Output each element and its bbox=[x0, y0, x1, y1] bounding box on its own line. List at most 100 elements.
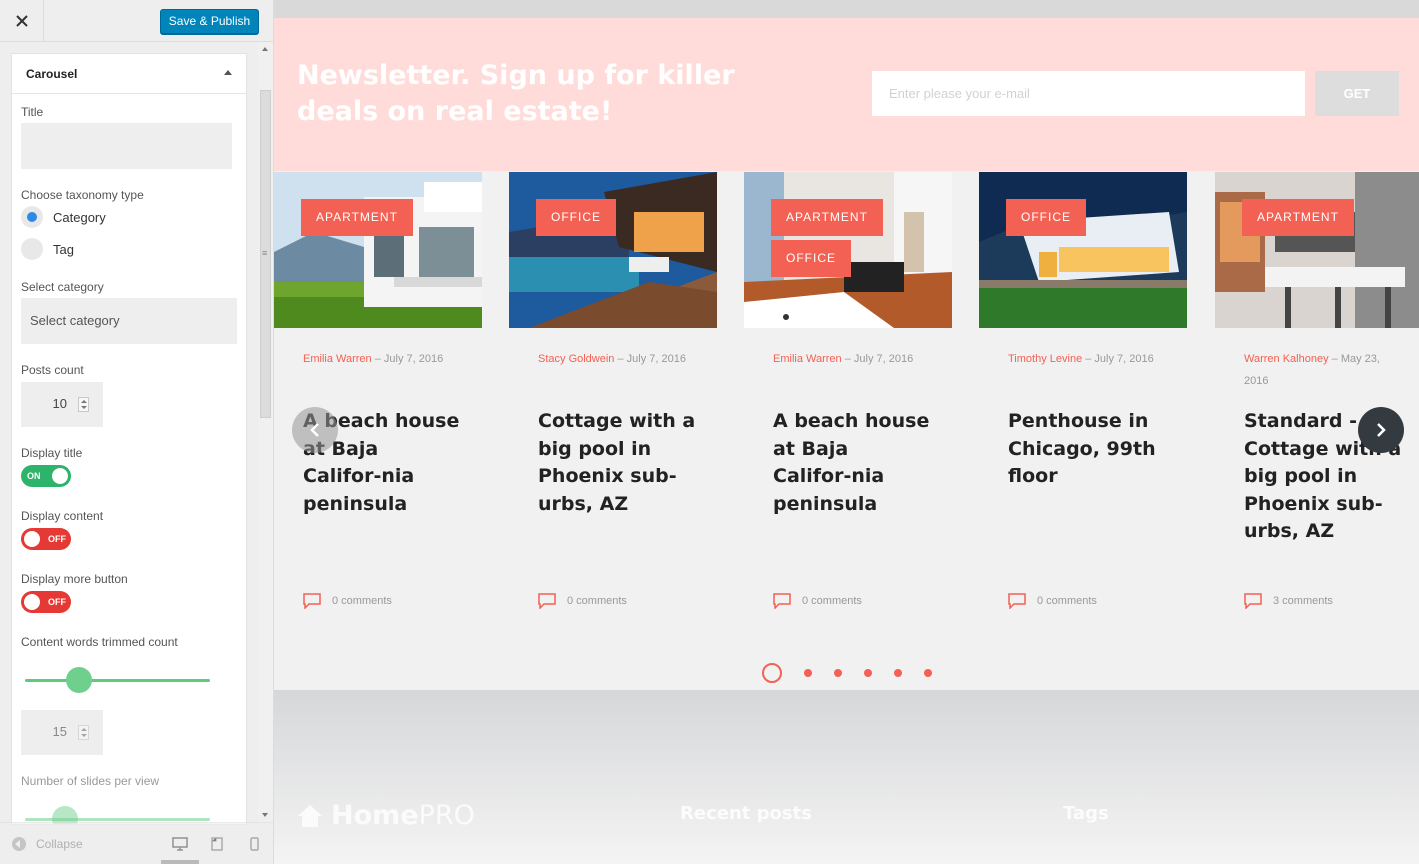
category-tag[interactable]: APARTMENT bbox=[301, 199, 413, 236]
category-tag[interactable]: OFFICE bbox=[1006, 199, 1086, 236]
property-image[interactable] bbox=[509, 172, 717, 328]
device-active-indicator bbox=[161, 860, 199, 864]
slider-handle[interactable] bbox=[65, 667, 92, 693]
post-meta: Emilia Warren – July 7, 2016 bbox=[303, 353, 444, 365]
display-content-toggle[interactable]: OFF bbox=[21, 528, 71, 550]
mobile-icon[interactable] bbox=[250, 837, 259, 851]
display-title-label: Display title bbox=[21, 446, 83, 460]
post-title[interactable]: A beach house at Baja Califor-nia penins… bbox=[773, 408, 933, 518]
pagination-dot[interactable] bbox=[762, 663, 782, 683]
spinner-icon[interactable] bbox=[78, 397, 89, 412]
radio-label: Tag bbox=[53, 241, 74, 257]
post-meta: Timothy Levine – July 7, 2016 bbox=[1008, 353, 1154, 365]
post-date: July 7, 2016 bbox=[1094, 353, 1154, 365]
pagination-dot[interactable] bbox=[834, 669, 842, 677]
comment-icon bbox=[303, 593, 321, 609]
newsletter-get-button[interactable]: GET bbox=[1315, 71, 1399, 116]
post-meta: Emilia Warren – July 7, 2016 bbox=[773, 353, 914, 365]
newsletter-email-input[interactable] bbox=[872, 71, 1305, 116]
pagination-dot[interactable] bbox=[804, 669, 812, 677]
property-image[interactable] bbox=[1215, 172, 1419, 328]
property-image[interactable] bbox=[274, 172, 482, 328]
carousel-prev-button[interactable] bbox=[292, 407, 338, 453]
posts-count-stepper[interactable]: 10 bbox=[21, 382, 103, 427]
close-button[interactable] bbox=[0, 0, 44, 42]
post-comments[interactable]: 0 comments bbox=[1008, 593, 1097, 609]
posts-count-value: 10 bbox=[52, 396, 67, 411]
display-title-toggle[interactable]: ON bbox=[21, 465, 71, 487]
spinner-icon[interactable] bbox=[78, 725, 89, 740]
toggle-knob bbox=[52, 468, 68, 484]
radio-tag[interactable]: Tag bbox=[21, 237, 74, 261]
post-meta: Stacy Goldwein – July 7, 2016 bbox=[538, 353, 686, 365]
carousel-next-button[interactable] bbox=[1358, 407, 1404, 453]
post-comments[interactable]: 0 comments bbox=[303, 593, 392, 609]
house-icon bbox=[298, 804, 322, 827]
chevron-left-icon bbox=[310, 423, 319, 437]
tablet-icon[interactable] bbox=[211, 837, 223, 851]
posts-count-label: Posts count bbox=[21, 363, 84, 377]
property-image[interactable] bbox=[979, 172, 1187, 328]
sidebar-footer: Collapse bbox=[0, 822, 273, 864]
comment-icon bbox=[1008, 593, 1026, 609]
post-title[interactable]: Penthouse in Chicago, 99th floor bbox=[1008, 408, 1168, 491]
top-strip bbox=[274, 0, 1419, 18]
newsletter-heading: Newsletter. Sign up for killer deals on … bbox=[297, 60, 735, 127]
post-author[interactable]: Stacy Goldwein bbox=[538, 353, 614, 365]
toggle-knob bbox=[24, 594, 40, 610]
pagination-dot[interactable] bbox=[864, 669, 872, 677]
post-date: July 7, 2016 bbox=[853, 353, 914, 365]
post-comments[interactable]: 0 comments bbox=[773, 593, 862, 609]
post-comments[interactable]: 3 comments bbox=[1244, 593, 1333, 609]
category-tag[interactable]: OFFICE bbox=[771, 240, 851, 277]
title-label: Title bbox=[21, 105, 44, 119]
post-author[interactable]: Emilia Warren bbox=[773, 353, 842, 365]
post-author[interactable]: Emilia Warren bbox=[303, 353, 372, 365]
site-logo[interactable]: Home PRO bbox=[297, 800, 475, 831]
sidebar-scrollbar[interactable] bbox=[258, 42, 273, 822]
post-date: July 7, 2016 bbox=[383, 353, 444, 365]
category-tag[interactable]: APARTMENT bbox=[1242, 199, 1354, 236]
post-author[interactable]: Timothy Levine bbox=[1008, 353, 1082, 365]
post-comments[interactable]: 0 comments bbox=[538, 593, 627, 609]
category-select[interactable]: Select category bbox=[21, 298, 237, 344]
post-title[interactable]: Cottage with a big pool in Phoenix sub-u… bbox=[538, 408, 698, 518]
radio-category[interactable]: Category bbox=[21, 205, 106, 229]
desktop-icon[interactable] bbox=[172, 837, 188, 851]
trimmed-count-stepper[interactable]: 15 bbox=[21, 710, 103, 755]
comment-icon bbox=[1244, 593, 1262, 609]
category-tag[interactable]: OFFICE bbox=[536, 199, 616, 236]
section-header[interactable]: Carousel bbox=[12, 54, 246, 94]
resize-grip-icon[interactable]: ≡ bbox=[262, 248, 267, 258]
display-more-label: Display more button bbox=[21, 572, 128, 586]
scroll-up-icon[interactable] bbox=[262, 47, 268, 51]
slides-per-view-label: Number of slides per view bbox=[21, 774, 160, 788]
radio-button[interactable] bbox=[21, 238, 43, 260]
newsletter-section: Newsletter. Sign up for killer deals on … bbox=[274, 18, 1419, 171]
comments-count: 0 comments bbox=[567, 595, 627, 607]
carousel-pagination bbox=[762, 663, 954, 683]
customizer-sidebar: Save & Publish Carousel Title Choose tax… bbox=[0, 0, 274, 864]
post-author[interactable]: Warren Kalhoney bbox=[1244, 353, 1329, 365]
collapse-button[interactable]: Collapse bbox=[12, 837, 83, 851]
caret-up-icon bbox=[224, 70, 232, 75]
scroll-down-icon[interactable] bbox=[262, 813, 268, 817]
category-tag[interactable]: APARTMENT bbox=[771, 199, 883, 236]
pagination-dot[interactable] bbox=[924, 669, 932, 677]
comments-count: 0 comments bbox=[802, 595, 862, 607]
radio-button[interactable] bbox=[21, 206, 43, 228]
logo-home-text: Home bbox=[331, 800, 419, 831]
display-more-toggle[interactable]: OFF bbox=[21, 591, 71, 613]
logo-pro-text: PRO bbox=[418, 800, 475, 831]
taxonomy-label: Choose taxonomy type bbox=[21, 188, 144, 202]
trimmed-count-label: Content words trimmed count bbox=[21, 635, 178, 649]
footer-tags-title: Tags bbox=[1063, 803, 1109, 824]
site-footer: Home PRO Recent posts Tags bbox=[274, 690, 1419, 864]
comments-count: 0 comments bbox=[1037, 595, 1097, 607]
display-content-label: Display content bbox=[21, 509, 104, 523]
section-title: Carousel bbox=[26, 67, 78, 81]
trimmed-count-slider[interactable] bbox=[25, 679, 210, 682]
pagination-dot[interactable] bbox=[894, 669, 902, 677]
title-input[interactable] bbox=[21, 123, 232, 169]
save-publish-button[interactable]: Save & Publish bbox=[160, 9, 259, 34]
